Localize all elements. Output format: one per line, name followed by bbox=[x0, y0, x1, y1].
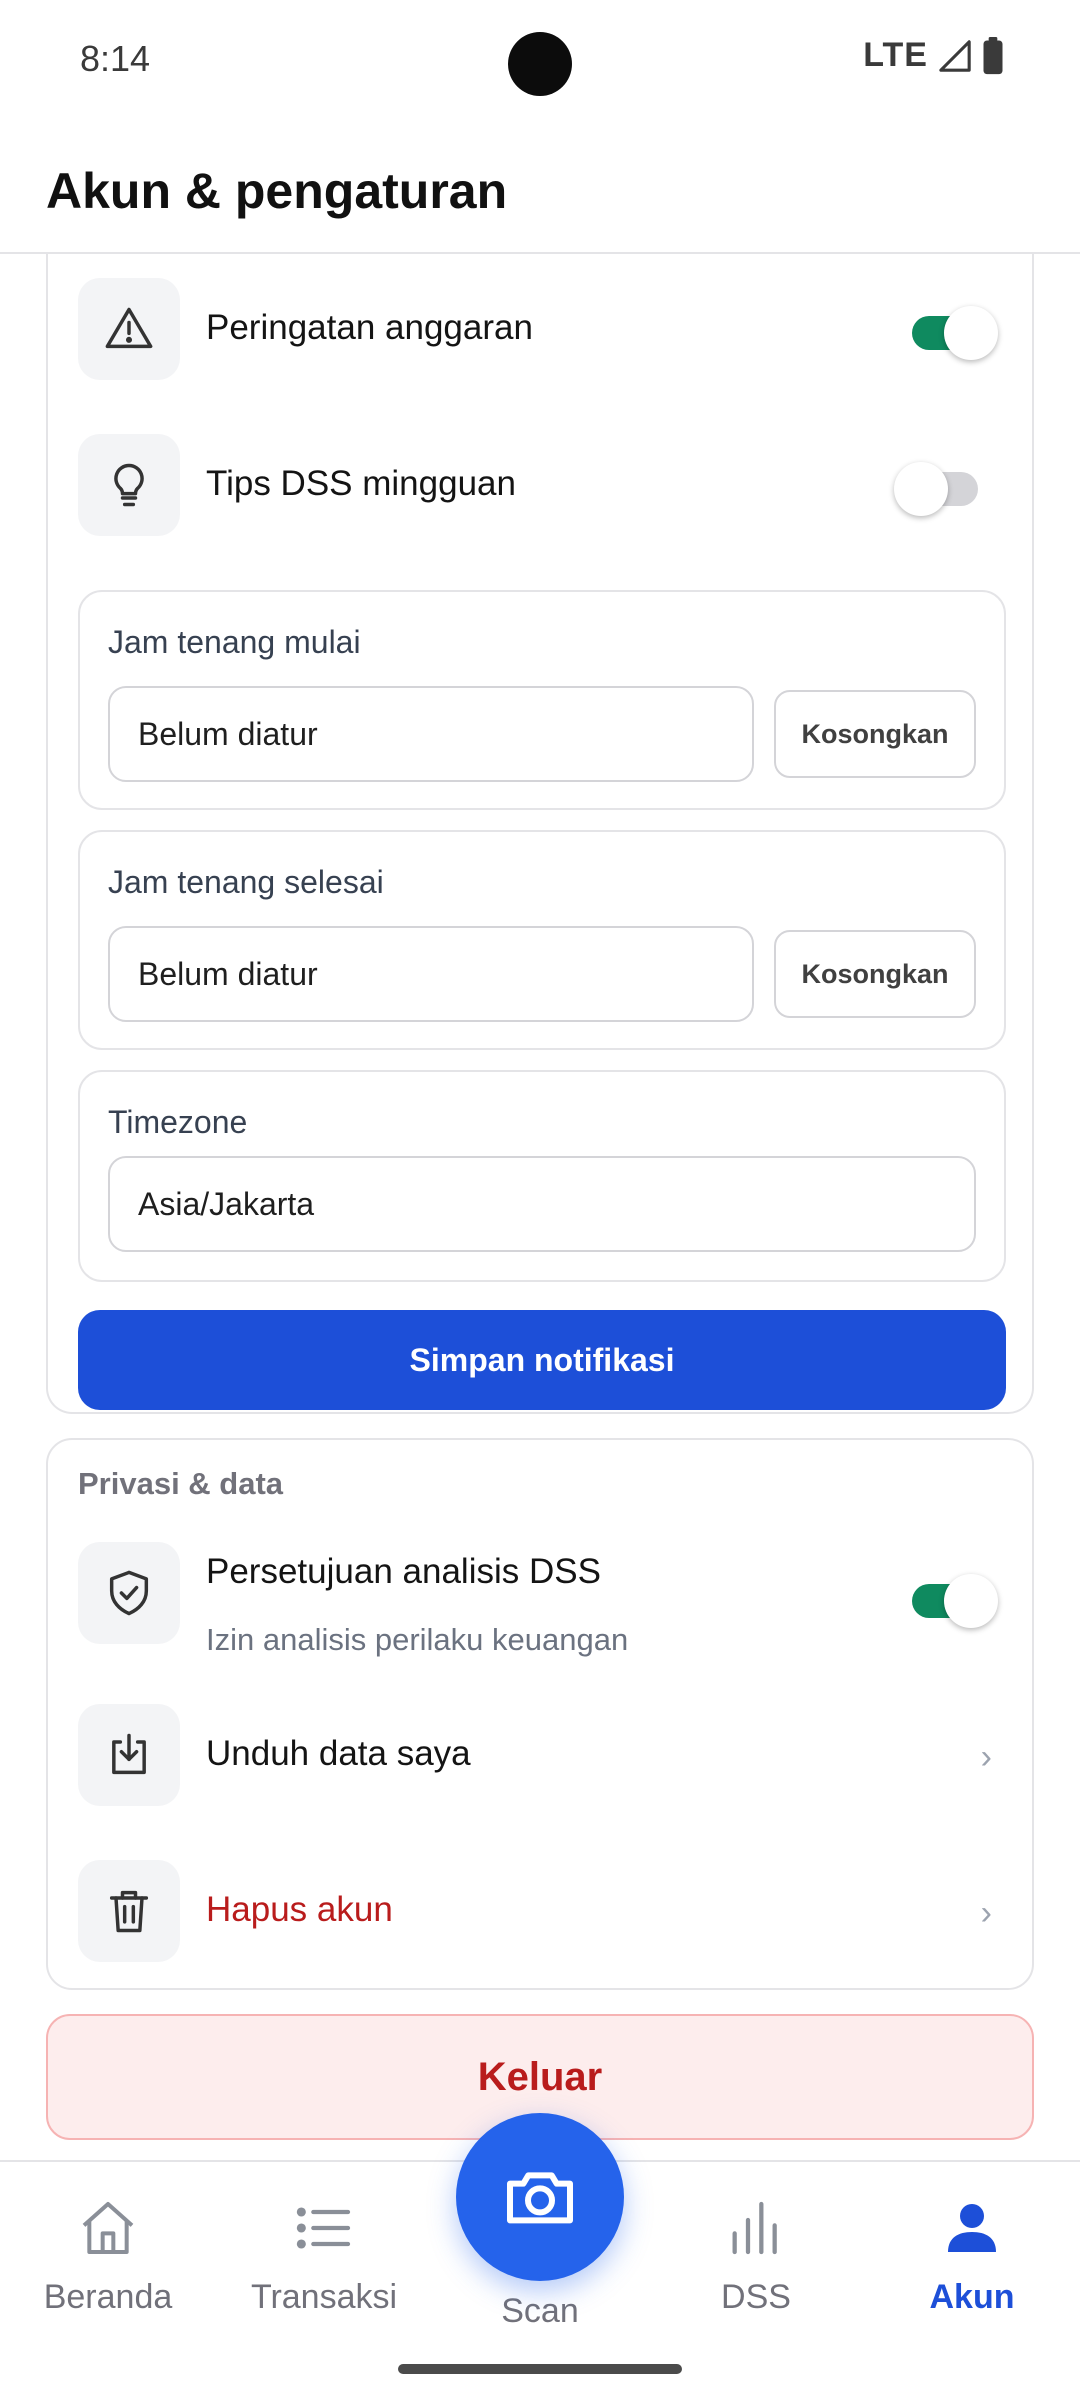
nav-label-dss: DSS bbox=[721, 2278, 791, 2316]
home-icon bbox=[82, 2202, 134, 2254]
timezone-label: Timezone bbox=[108, 1104, 248, 1140]
status-indicators: LTE bbox=[863, 36, 1004, 75]
privacy-section-title: Privasi & data bbox=[78, 1466, 284, 1501]
quiet-end-clear-button[interactable]: Kosongkan bbox=[774, 930, 976, 1018]
chevron-right-icon: › bbox=[980, 1894, 992, 1932]
budget-warning-row[interactable]: Peringatan anggaran bbox=[78, 278, 1006, 382]
quiet-start-label: Jam tenang mulai bbox=[108, 624, 361, 660]
privacy-card: Privasi & data Persetujuan analisis DSS … bbox=[46, 1438, 1034, 1990]
nav-item-akun[interactable]: Akun bbox=[872, 2196, 1072, 2336]
quiet-start-input[interactable]: Belum diatur bbox=[108, 686, 754, 782]
timezone-input[interactable]: Asia/Jakarta bbox=[108, 1156, 976, 1252]
download-data-row[interactable]: Unduh data saya › bbox=[78, 1704, 1006, 1808]
camera-cutout bbox=[508, 32, 572, 96]
nav-label-akun: Akun bbox=[929, 2278, 1015, 2316]
save-notifications-button[interactable]: Simpan notifikasi bbox=[78, 1310, 1006, 1410]
page-title: Akun & pengaturan bbox=[46, 163, 508, 219]
weekly-tips-toggle[interactable] bbox=[894, 462, 978, 516]
budget-warning-toggle[interactable] bbox=[912, 306, 998, 360]
app-header: Akun & pengaturan bbox=[0, 118, 1080, 254]
budget-warning-label: Peringatan anggaran bbox=[206, 308, 533, 347]
download-icon bbox=[78, 1704, 180, 1806]
lightbulb-icon bbox=[78, 434, 180, 536]
home-indicator bbox=[398, 2364, 682, 2374]
quiet-end-label: Jam tenang selesai bbox=[108, 864, 384, 900]
user-icon bbox=[948, 2204, 996, 2252]
chevron-right-icon: › bbox=[980, 1738, 992, 1776]
consent-label: Persetujuan analisis DSS bbox=[206, 1552, 601, 1591]
list-icon bbox=[296, 2207, 351, 2249]
weekly-tips-label: Tips DSS mingguan bbox=[206, 464, 516, 503]
toggle-thumb bbox=[944, 1574, 998, 1628]
nav-item-transaksi[interactable]: Transaksi bbox=[224, 2196, 424, 2336]
trash-icon bbox=[78, 1860, 180, 1962]
delete-account-row[interactable]: Hapus akun › bbox=[78, 1860, 1006, 1964]
shield-check-icon bbox=[78, 1542, 180, 1644]
weekly-tips-row[interactable]: Tips DSS mingguan bbox=[78, 434, 1006, 538]
consent-row[interactable]: Persetujuan analisis DSS Izin analisis p… bbox=[78, 1542, 1006, 1662]
consent-toggle[interactable] bbox=[912, 1574, 998, 1628]
consent-sublabel: Izin analisis perilaku keuangan bbox=[206, 1622, 629, 1657]
nav-item-beranda[interactable]: Beranda bbox=[8, 2196, 208, 2336]
nav-label-scan: Scan bbox=[501, 2292, 579, 2330]
warning-triangle-icon bbox=[78, 278, 180, 380]
signal-icon bbox=[939, 39, 971, 72]
battery-icon bbox=[983, 36, 1003, 74]
timezone-box: Timezone Asia/Jakarta bbox=[78, 1070, 1006, 1282]
nav-item-dss[interactable]: DSS bbox=[656, 2196, 856, 2336]
status-bar: 8:14 LTE bbox=[0, 0, 1080, 118]
network-type: LTE bbox=[863, 36, 928, 74]
notifications-card: Peringatan anggaran Tips DSS mingguan Ja… bbox=[46, 200, 1034, 1414]
camera-icon bbox=[507, 2172, 573, 2224]
download-data-label: Unduh data saya bbox=[206, 1734, 471, 1773]
delete-account-label: Hapus akun bbox=[206, 1890, 393, 1929]
bar-chart-icon bbox=[732, 2201, 777, 2255]
quiet-end-input[interactable]: Belum diatur bbox=[108, 926, 754, 1022]
nav-label-beranda: Beranda bbox=[43, 2278, 173, 2316]
nav-label-transaksi: Transaksi bbox=[250, 2278, 398, 2316]
toggle-thumb bbox=[944, 306, 998, 360]
scan-button[interactable] bbox=[456, 2113, 624, 2281]
toggle-thumb bbox=[894, 462, 948, 516]
quiet-start-box: Jam tenang mulai Belum diatur Kosongkan bbox=[78, 590, 1006, 810]
screen: 8:14 LTE Akun & pengaturan Peringatan an… bbox=[0, 0, 1080, 2400]
quiet-start-clear-button[interactable]: Kosongkan bbox=[774, 690, 976, 778]
quiet-end-box: Jam tenang selesai Belum diatur Kosongka… bbox=[78, 830, 1006, 1050]
status-time: 8:14 bbox=[80, 38, 151, 79]
